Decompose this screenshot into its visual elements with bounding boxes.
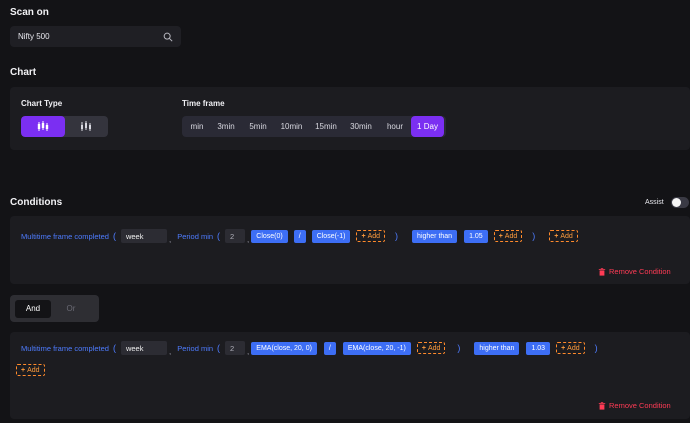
timeframe-function-link[interactable]: Multitime frame completed: [21, 232, 109, 241]
rhs-expression-pill[interactable]: EMA(close, 20, -1): [342, 341, 411, 355]
comma: ,: [247, 347, 250, 356]
close-paren: ): [395, 231, 399, 241]
add-expression-button[interactable]: + Add: [356, 230, 386, 242]
remove-condition-label: Remove Condition: [609, 401, 671, 410]
period-field[interactable]: 2: [225, 229, 246, 243]
operator-pill[interactable]: /: [293, 229, 306, 243]
open-paren: (: [112, 343, 116, 353]
trash-icon: [598, 267, 606, 276]
open-paren: (: [217, 343, 221, 353]
open-paren: (: [112, 231, 116, 241]
logic-operator-toggle: And Or: [10, 295, 99, 322]
plus-icon: +: [498, 232, 503, 240]
lhs-expression-pill[interactable]: EMA(close, 20, 0): [251, 341, 317, 355]
scan-universe-value: Nifty 500: [18, 32, 50, 41]
operator-pill[interactable]: /: [323, 341, 336, 355]
scan-on-title: Scan on: [10, 7, 49, 18]
comparison-pill[interactable]: higher than: [412, 229, 458, 243]
add-label: Add: [367, 232, 381, 240]
remove-condition-label: Remove Condition: [609, 267, 671, 276]
plus-icon: +: [361, 232, 366, 240]
rhs-expression-pill[interactable]: Close(-1): [311, 229, 351, 243]
period-function-link[interactable]: Period min: [177, 344, 213, 353]
plus-icon: +: [561, 344, 566, 352]
timeframe-10min[interactable]: 10min: [274, 116, 309, 137]
remove-condition-2-button[interactable]: Remove Condition: [598, 401, 671, 410]
chart-title: Chart: [10, 67, 37, 78]
period-function-link[interactable]: Period min: [177, 232, 213, 241]
add-label: Add: [567, 344, 580, 352]
trash-icon: [598, 401, 606, 410]
condition-card-1: [10, 216, 690, 284]
timeframe-30min[interactable]: 30min: [343, 116, 379, 137]
comparison-pill[interactable]: higher than: [474, 341, 520, 355]
assist-toggle-knob: [672, 198, 681, 207]
threshold-value-pill[interactable]: 1.03: [526, 341, 551, 355]
chart-type-ohlc-button[interactable]: [65, 116, 109, 137]
add-label: Add: [504, 232, 518, 240]
comma: ,: [168, 347, 172, 356]
add-expression-button[interactable]: + Add: [16, 364, 45, 376]
timeframe-5min[interactable]: 5min: [242, 116, 274, 137]
assist-label: Assist: [645, 199, 664, 206]
timeframe-hour[interactable]: hour: [379, 116, 411, 137]
timeframe-function-link[interactable]: Multitime frame completed: [21, 344, 109, 353]
add-expression-button[interactable]: + Add: [416, 342, 446, 354]
timeframe-15min[interactable]: 15min: [309, 116, 343, 137]
timeframe-field[interactable]: week: [120, 341, 167, 355]
period-field[interactable]: 2: [225, 341, 246, 355]
condition-row-2-continued: + Add: [16, 364, 45, 376]
timeframe-min[interactable]: min: [184, 116, 210, 137]
scan-universe-input[interactable]: Nifty 500: [10, 26, 181, 47]
conditions-title: Conditions: [10, 197, 63, 208]
close-paren: ): [532, 231, 536, 241]
threshold-value-pill[interactable]: 1.05: [464, 229, 488, 243]
remove-condition-1-button[interactable]: Remove Condition: [598, 267, 671, 276]
close-paren: ): [594, 343, 598, 353]
add-expression-button[interactable]: + Add: [549, 230, 578, 242]
logic-or-option[interactable]: Or: [53, 300, 89, 318]
condition-row-2: Multitime frame completed ( week , Perio…: [21, 340, 598, 356]
comma: ,: [247, 235, 250, 244]
timeframe-selector: min 3min 5min 10min 15min 30min hour 1 D…: [182, 116, 446, 137]
timeframe-label: Time frame: [182, 99, 225, 108]
timeframe-1-day[interactable]: 1 Day: [411, 116, 444, 137]
logic-and-option[interactable]: And: [15, 299, 51, 318]
plus-icon: +: [554, 232, 559, 240]
close-paren: ): [457, 343, 461, 353]
timeframe-3min[interactable]: 3min: [210, 116, 242, 137]
open-paren: (: [217, 231, 221, 241]
lhs-expression-pill[interactable]: Close(0): [251, 229, 288, 243]
ohlc-bar-icon: [81, 121, 92, 131]
add-label: Add: [27, 366, 40, 374]
plus-icon: +: [421, 344, 426, 352]
condition-row-1: Multitime frame completed ( week , Perio…: [21, 228, 578, 244]
candlestick-icon: [37, 121, 48, 131]
timeframe-field[interactable]: week: [120, 229, 167, 243]
chart-type-candlestick-button[interactable]: [21, 116, 65, 137]
search-icon[interactable]: [163, 32, 173, 42]
comma: ,: [168, 235, 172, 244]
add-expression-button[interactable]: + Add: [493, 230, 523, 242]
plus-icon: +: [21, 366, 26, 374]
add-label: Add: [560, 232, 573, 240]
add-label: Add: [427, 344, 441, 352]
chart-type-label: Chart Type: [21, 99, 63, 108]
assist-toggle[interactable]: [671, 197, 689, 208]
chart-type-selector: [21, 116, 108, 137]
add-expression-button[interactable]: + Add: [556, 342, 585, 354]
